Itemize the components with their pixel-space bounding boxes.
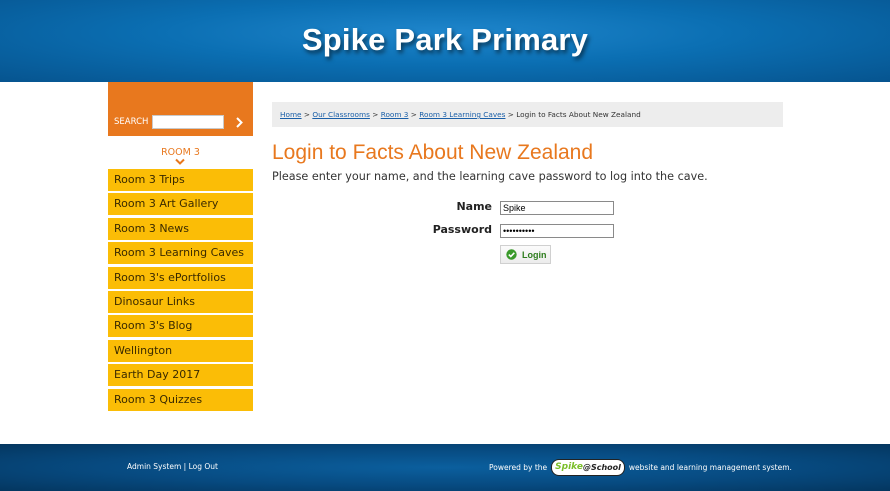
sidebar-item-room-3-eportfolios[interactable]: Room 3's ePortfolios [108, 266, 253, 289]
breadcrumb-separator: > [303, 110, 311, 119]
search-submit-button[interactable] [230, 112, 248, 132]
search-panel: SEARCH [108, 82, 253, 136]
sidebar-item-dinosaur-links[interactable]: Dinosaur Links [108, 290, 253, 313]
sidebar-item-room-3-art-gallery[interactable]: Room 3 Art Gallery [108, 193, 253, 216]
site-header: Spike Park Primary [0, 0, 890, 82]
sidebar-item-room-3-quizzes[interactable]: Room 3 Quizzes [108, 388, 253, 411]
sidebar-item-room-3-blog[interactable]: Room 3's Blog [108, 315, 253, 338]
sidebar-item-room-3-news[interactable]: Room 3 News [108, 217, 253, 240]
name-field[interactable] [500, 201, 614, 215]
log-out-link[interactable]: Log Out [189, 462, 218, 471]
breadcrumb-room-3-link[interactable]: Room 3 [381, 110, 409, 119]
login-button-label: Login [522, 249, 547, 260]
site-title: Spike Park Primary [301, 22, 589, 57]
logo-text-spike: Spike [555, 462, 583, 472]
breadcrumb-home-link[interactable]: Home [280, 110, 302, 119]
chevron-right-icon [235, 116, 243, 128]
breadcrumb-our-classrooms-link[interactable]: Our Classrooms [312, 110, 370, 119]
admin-system-link[interactable]: Admin System [127, 462, 181, 471]
sidebar-nav: Room 3 Trips Room 3 Art Gallery Room 3 N… [108, 169, 253, 413]
login-button[interactable]: Login [500, 245, 551, 264]
powered-by: Powered by the Spike @School website and… [489, 457, 792, 477]
sidebar-item-earth-day-2017[interactable]: Earth Day 2017 [108, 364, 253, 387]
check-circle-icon [506, 249, 517, 260]
search-input[interactable] [152, 115, 224, 129]
page-title: Login to Facts About New Zealand [272, 141, 594, 164]
breadcrumb-separator: > [507, 110, 514, 119]
spike-at-school-logo[interactable]: Spike @School [551, 458, 625, 476]
sidebar-heading[interactable]: ROOM 3 [108, 147, 253, 158]
password-label: Password [432, 223, 492, 236]
name-label: Name [456, 200, 492, 213]
logo-text-school: @School [582, 462, 621, 472]
intro-text: Please enter your name, and the learning… [272, 170, 708, 183]
breadcrumb-separator: > [372, 110, 379, 119]
sidebar-item-wellington[interactable]: Wellington [108, 339, 253, 362]
breadcrumb: Home > Our Classrooms > Room 3 > Room 3 … [272, 102, 783, 127]
sidebar-item-room-3-trips[interactable]: Room 3 Trips [108, 169, 253, 191]
breadcrumb-current: Login to Facts About New Zealand [516, 110, 641, 119]
powered-by-suffix: website and learning management system. [628, 462, 792, 472]
footer-admin-links: Admin System | Log Out [127, 462, 218, 471]
footer-divider: | [183, 462, 187, 471]
chevron-down-icon [175, 158, 185, 165]
sidebar-item-room-3-learning-caves[interactable]: Room 3 Learning Caves [108, 242, 253, 265]
breadcrumb-separator: > [410, 110, 417, 119]
password-field[interactable] [500, 224, 614, 238]
breadcrumb-learning-caves-link[interactable]: Room 3 Learning Caves [419, 110, 505, 119]
site-footer: Admin System | Log Out Powered by the Sp… [0, 444, 890, 491]
search-label: SEARCH [114, 117, 149, 127]
powered-by-prefix: Powered by the [489, 462, 548, 472]
